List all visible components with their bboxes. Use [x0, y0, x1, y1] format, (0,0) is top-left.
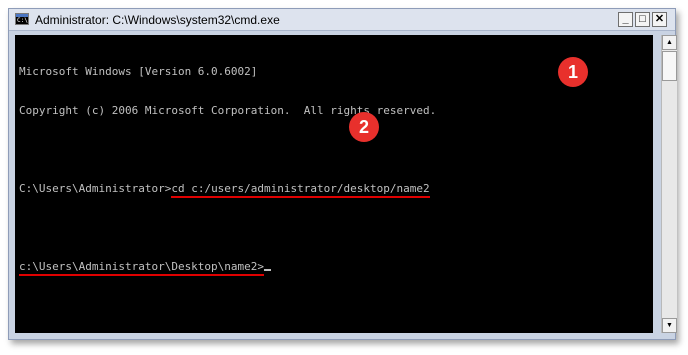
maximize-button[interactable]: □	[635, 12, 650, 27]
cmd-icon-label: C:\	[17, 17, 28, 24]
annotation-badge-1: 1	[558, 57, 588, 87]
scroll-thumb[interactable]	[662, 51, 677, 81]
highlighted-command: cd c:/users/administrator/desktop/name2	[171, 182, 430, 198]
console-line-version: Microsoft Windows [Version 6.0.6002]	[19, 65, 258, 78]
console-line-current-prompt[interactable]: c:\Users\Administrator\Desktop\name2>	[19, 260, 436, 276]
cmd-window: C:\ Administrator: C:\Windows\system32\c…	[8, 8, 677, 340]
vertical-scrollbar[interactable]: ▲ ▼	[661, 35, 677, 333]
console-area[interactable]: Microsoft Windows [Version 6.0.6002] Cop…	[15, 35, 653, 333]
window-controls: _ □ ✕	[618, 12, 667, 27]
prompt-text: C:\Users\Administrator>	[19, 182, 172, 195]
annotation-badge-2: 2	[349, 112, 379, 142]
screenshot-stage: C:\ Administrator: C:\Windows\system32\c…	[0, 0, 688, 355]
close-button[interactable]: ✕	[652, 12, 667, 27]
console-output: Microsoft Windows [Version 6.0.6002] Cop…	[19, 39, 436, 299]
window-title: Administrator: C:\Windows\system32\cmd.e…	[35, 13, 280, 27]
scroll-up-arrow-icon[interactable]: ▲	[662, 35, 677, 50]
title-bar[interactable]: C:\ Administrator: C:\Windows\system32\c…	[9, 9, 675, 31]
minimize-button[interactable]: _	[618, 12, 633, 27]
scroll-down-arrow-icon[interactable]: ▼	[662, 318, 677, 333]
cmd-app-icon: C:\	[15, 13, 29, 25]
text-cursor	[264, 269, 272, 271]
console-line-command: C:\Users\Administrator>cd c:/users/admin…	[19, 182, 436, 198]
highlighted-prompt: c:\Users\Administrator\Desktop\name2>	[19, 260, 265, 276]
